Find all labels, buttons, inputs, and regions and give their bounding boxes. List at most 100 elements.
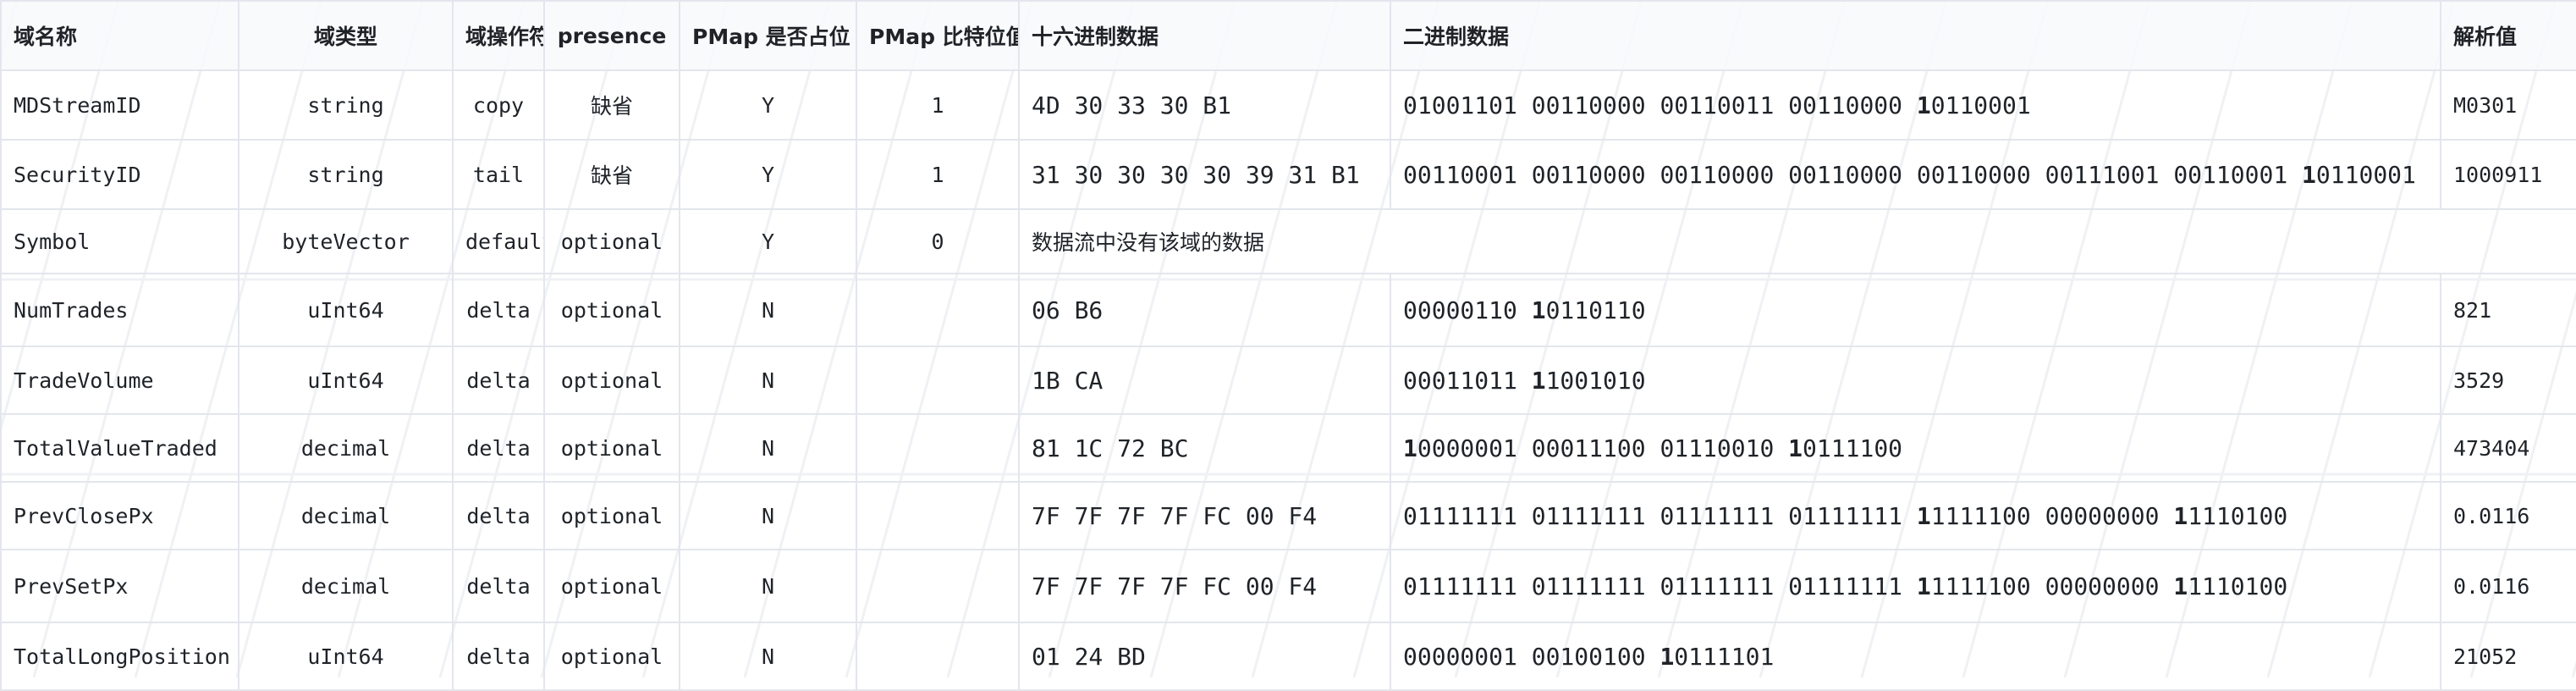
binary-byte: 01111111 xyxy=(1403,502,1517,530)
binary-data-cell: 00000001 00100100 10111101 xyxy=(1390,622,2441,691)
payload-bits: 01111111 xyxy=(1788,501,1903,530)
binary-data-cell: 01111111 01111111 01111111 01111111 1111… xyxy=(1390,549,2441,623)
payload-bits: 0110110 xyxy=(1545,296,1646,324)
binary-data-cell: 00000110 10110110 xyxy=(1390,273,2441,347)
binary-byte: 01111111 xyxy=(1788,572,1902,600)
field-operator-cell: delta xyxy=(452,549,545,623)
payload-bits: 1110100 xyxy=(2188,501,2288,530)
binary-byte: 00011100 xyxy=(1532,434,1646,462)
header-pmap-present: PMap 是否占位 xyxy=(679,0,857,71)
field-type-cell: uInt64 xyxy=(238,622,454,691)
table-row: PrevSetPx decimal delta optional N 7F 7F 7F 7… xyxy=(0,549,2576,623)
binary-data-cell: 01001101 00110000 00110011 00110000 1011… xyxy=(1390,69,2441,141)
payload-bits: 00110011 xyxy=(1660,91,1775,119)
binary-byte: 11001010 xyxy=(1532,367,1646,395)
payload-bits: 00110000 xyxy=(1916,160,2031,189)
pmap-present-cell: N xyxy=(679,549,857,623)
field-presence-cell: optional xyxy=(543,208,680,274)
payload-bits: 00000000 xyxy=(2045,501,2160,530)
binary-byte: 10000001 xyxy=(1403,434,1517,462)
payload-bits: 00110000 xyxy=(1531,91,1646,119)
pmap-present-cell: N xyxy=(679,413,857,483)
pmap-bit-cell xyxy=(856,346,1020,415)
pmap-bit-cell xyxy=(856,481,1020,550)
binary-byte: 00000000 xyxy=(2045,572,2160,600)
table-row: TotalValueTraded decimal delta optional N 81 … xyxy=(0,413,2576,483)
binary-byte: 00110000 xyxy=(1660,161,1774,189)
parsed-value-cell: 0.0116 xyxy=(2440,549,2576,623)
field-operator-cell: copy xyxy=(452,69,545,141)
binary-byte: 01110010 xyxy=(1660,434,1774,462)
payload-bits: 00000110 xyxy=(1403,296,1517,324)
binary-byte: 10110001 xyxy=(2302,161,2416,189)
payload-bits: 0000001 xyxy=(1417,434,1517,462)
payload-bits: 00011011 xyxy=(1403,366,1517,395)
payload-bits: 00000001 xyxy=(1403,642,1517,671)
pmap-present-cell: Y xyxy=(679,139,857,210)
field-type-cell: string xyxy=(238,69,454,141)
parsed-value-cell: 821 xyxy=(2440,273,2576,347)
binary-byte: 00000110 xyxy=(1403,296,1517,324)
pmap-bit-cell xyxy=(856,413,1020,483)
binary-data-cell: 10000001 00011100 01110010 10111100 xyxy=(1390,413,2441,483)
table-row: NumTrades uInt64 delta optional N 06 B6 000001… xyxy=(0,273,2576,347)
binary-byte: 01001101 xyxy=(1403,91,1517,119)
pmap-present-cell: N xyxy=(679,622,857,691)
binary-byte: 00110001 xyxy=(1403,161,1517,189)
table-row: SecurityID string tail 缺省 Y 1 31 30 30 30 30 3… xyxy=(0,139,2576,210)
field-presence-cell: optional xyxy=(543,481,680,550)
stop-bit: 1 xyxy=(1788,434,1803,462)
table-row: TotalLongPosition uInt64 delta optional N 01 … xyxy=(0,622,2576,691)
fast-decode-table: 域名称 域类型 域操作符 presence PMap 是否占位 PMap 比特位… xyxy=(0,0,2576,691)
binary-byte: 01111111 xyxy=(1788,502,1902,530)
header-row: 域名称 域类型 域操作符 presence PMap 是否占位 PMap 比特位… xyxy=(0,0,2576,71)
field-presence-cell: optional xyxy=(543,622,680,691)
pmap-present-cell: Y xyxy=(679,208,857,274)
parsed-value-cell: 473404 xyxy=(2440,413,2576,483)
field-name-cell: TotalLongPosition xyxy=(0,622,239,691)
binary-byte: 00110000 xyxy=(1917,161,2031,189)
payload-bits: 01001101 xyxy=(1403,91,1517,119)
hex-data-cell: 4D 30 33 30 B1 xyxy=(1018,69,1391,141)
binary-byte: 10111100 xyxy=(1788,434,1902,462)
field-type-cell: uInt64 xyxy=(238,346,454,415)
binary-byte: 11111100 xyxy=(1917,502,2031,530)
binary-byte: 10110001 xyxy=(1917,91,2031,119)
hex-data-cell: 81 1C 72 BC xyxy=(1018,413,1391,483)
field-operator-cell: delta xyxy=(452,481,545,550)
table-body: MDStreamID string copy 缺省 Y 1 4D 30 33 30 B1 01… xyxy=(0,69,2576,691)
payload-bits: 01110010 xyxy=(1660,434,1775,462)
parsed-value-cell: 21052 xyxy=(2440,622,2576,691)
field-name-cell: Symbol xyxy=(0,208,239,274)
field-name-cell: TotalValueTraded xyxy=(0,413,239,483)
payload-bits: 00110000 xyxy=(1788,91,1903,119)
payload-bits: 00110000 xyxy=(1531,160,1646,189)
stop-bit: 1 xyxy=(1531,296,1546,324)
payload-bits: 01111111 xyxy=(1531,501,1646,530)
binary-byte: 01111111 xyxy=(1532,502,1646,530)
hex-data-cell: 7F 7F 7F 7F FC 00 F4 xyxy=(1018,549,1391,623)
table-row: PrevClosePx decimal delta optional N 7F 7F 7F… xyxy=(0,481,2576,550)
binary-byte: 10110110 xyxy=(1532,296,1646,324)
field-type-cell: decimal xyxy=(238,549,454,623)
field-presence-cell: optional xyxy=(543,549,680,623)
field-type-cell: uInt64 xyxy=(238,273,454,347)
pmap-present-cell: N xyxy=(679,346,857,415)
field-name-cell: PrevClosePx xyxy=(0,481,239,550)
parsed-value-cell: 0.0116 xyxy=(2440,481,2576,550)
field-name-cell: NumTrades xyxy=(0,273,239,347)
field-operator-cell: delta xyxy=(452,346,545,415)
field-presence-cell: 缺省 xyxy=(543,139,680,210)
payload-bits: 00111001 xyxy=(2045,160,2160,189)
field-presence-cell: optional xyxy=(543,413,680,483)
payload-bits: 0110001 xyxy=(2315,160,2416,189)
binary-byte: 11110100 xyxy=(2173,572,2287,600)
stop-bit: 1 xyxy=(1531,366,1546,395)
payload-bits: 00110000 xyxy=(1660,160,1775,189)
parsed-value-cell: 1000911 xyxy=(2440,139,2576,210)
stop-bit: 1 xyxy=(2173,501,2188,530)
payload-bits: 1110100 xyxy=(2188,572,2288,600)
payload-bits: 0110001 xyxy=(1930,91,2031,119)
binary-data-cell: 01111111 01111111 01111111 01111111 1111… xyxy=(1390,481,2441,550)
payload-bits: 01111111 xyxy=(1403,501,1517,530)
